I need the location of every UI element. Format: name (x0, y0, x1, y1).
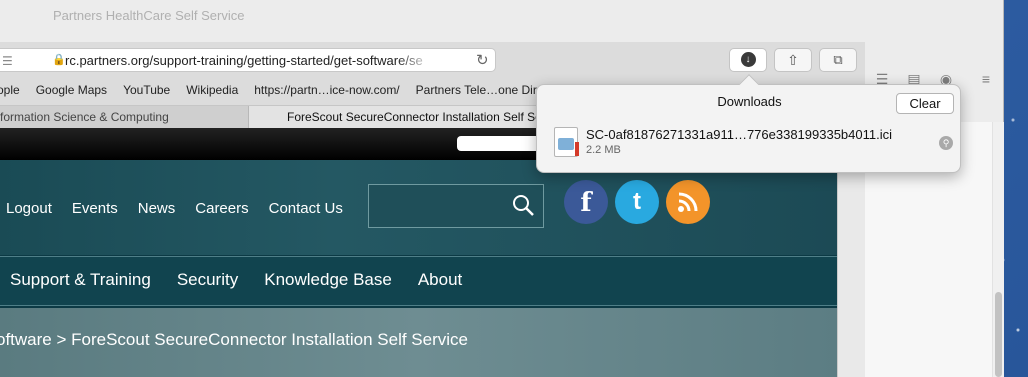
nav-support-training[interactable]: Support & Training (10, 270, 151, 290)
url-text[interactable]: rc.partners.org/support-training/getting… (65, 53, 433, 68)
share-icon: ⇧ (787, 52, 799, 68)
nav-contact-us[interactable]: Contact Us (269, 200, 343, 217)
back-window-title: Partners HealthCare Self Service (53, 8, 245, 23)
rss-glyph (678, 192, 698, 212)
nav-security[interactable]: Security (177, 270, 238, 290)
bookmark-item[interactable]: https://partn…ice-now.com/ (254, 80, 399, 100)
menu-icon[interactable]: ≡ (976, 70, 996, 88)
download-file-name[interactable]: SC-0af81876271331a911…776e338199335b4011… (586, 127, 892, 142)
nav-knowledge-base[interactable]: Knowledge Base (264, 270, 392, 290)
reload-icon[interactable]: ↻ (476, 51, 489, 69)
back-scrollbar[interactable] (992, 122, 1004, 377)
lock-icon: 🔒 (52, 54, 66, 66)
nav-events[interactable]: Events (72, 200, 118, 217)
download-file-size: 2.2 MB (586, 144, 621, 156)
bookmark-item[interactable]: Google Maps (36, 80, 107, 100)
bookmark-item[interactable]: Partners Tele…one Direct (416, 80, 553, 100)
address-bar[interactable]: ☰ 🔒 rc.partners.org/support-training/get… (0, 48, 496, 72)
nav-careers[interactable]: Careers (195, 200, 248, 217)
file-icon-badge (575, 142, 579, 156)
reader-list-icon[interactable]: ☰ (2, 54, 13, 68)
file-icon[interactable] (554, 127, 579, 157)
downloads-popover: Downloads Clear SC-0af81876271331a911…77… (536, 74, 961, 173)
tabs-overview-icon: ⧉ (833, 52, 843, 67)
show-tabs-button[interactable]: ⧉ (819, 48, 857, 72)
main-nav: Support & Training Security Knowledge Ba… (0, 256, 837, 306)
back-scrollbar-thumb[interactable] (995, 292, 1002, 377)
search-icon[interactable] (511, 193, 535, 217)
bookmark-item[interactable]: ople (0, 80, 20, 100)
download-arrow-icon: ↓ (740, 52, 756, 67)
breadcrumb-banner: oftware > ForeScout SecureConnector Inst… (0, 308, 837, 377)
bookmark-item[interactable]: Wikipedia (186, 80, 238, 100)
magnifier-reveal-icon[interactable]: ⚲ (939, 136, 953, 150)
nav-about[interactable]: About (418, 270, 462, 290)
top-strip-field (457, 136, 539, 151)
file-icon-image (558, 138, 574, 150)
facebook-icon[interactable]: f (564, 180, 608, 224)
site-header: Logout Events News Careers Contact Us f … (0, 160, 837, 255)
header-nav: Logout Events News Careers Contact Us (6, 200, 343, 217)
tab-information-science[interactable]: formation Science & Computing (0, 106, 249, 128)
nav-logout[interactable]: Logout (6, 200, 52, 217)
site-search-input[interactable] (368, 184, 544, 228)
twitter-icon[interactable]: t (615, 180, 659, 224)
downloads-button[interactable]: ↓ (729, 48, 767, 72)
rss-icon[interactable] (666, 180, 710, 224)
breadcrumb[interactable]: oftware > ForeScout SecureConnector Inst… (0, 330, 468, 350)
bookmark-item[interactable]: YouTube (123, 80, 170, 100)
clear-downloads-button[interactable]: Clear (896, 93, 954, 114)
share-button[interactable]: ⇧ (774, 48, 812, 72)
nav-news[interactable]: News (138, 200, 176, 217)
